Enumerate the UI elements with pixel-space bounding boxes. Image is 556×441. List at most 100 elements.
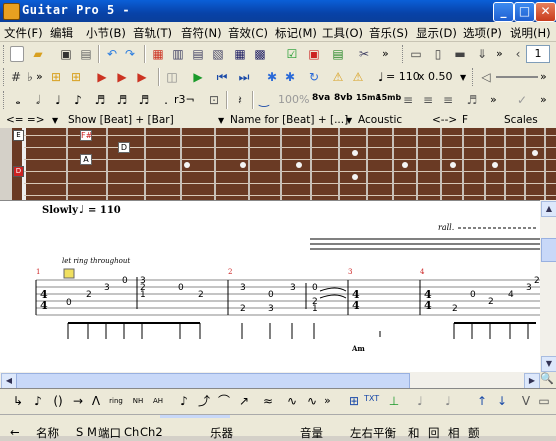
toolbar-more-chevron[interactable]: » bbox=[540, 93, 547, 106]
vertical-scrollbar[interactable]: ▲ ▼ bbox=[540, 200, 556, 372]
menu-track[interactable]: 音轨(T) bbox=[133, 25, 172, 41]
scales-dropdown[interactable]: Scales bbox=[504, 114, 538, 126]
header-chorus[interactable]: 和 bbox=[408, 425, 420, 441]
header-phaser[interactable]: 相 bbox=[448, 425, 460, 441]
accent-icon[interactable]: Λ bbox=[88, 393, 104, 409]
bar-add-icon[interactable]: ▥ bbox=[170, 46, 186, 62]
header-channel2[interactable]: Ch2 bbox=[140, 425, 163, 439]
track-icon[interactable]: ▦ bbox=[232, 46, 248, 62]
let-ring-icon[interactable]: ring bbox=[108, 393, 124, 409]
toolbar-more-chevron[interactable]: » bbox=[496, 47, 503, 60]
scroll-left-icon[interactable]: ◀ bbox=[1, 373, 17, 389]
fretboard-note[interactable]: D bbox=[118, 142, 130, 153]
bar-insert-icon[interactable]: ▤ bbox=[190, 46, 206, 62]
check-mark-icon[interactable]: ✓ bbox=[514, 92, 530, 108]
text-insert-button[interactable]: TXT bbox=[364, 394, 379, 403]
header-balance[interactable]: 左右平衡 bbox=[350, 425, 396, 441]
chord-diagram-icon[interactable]: ♬ bbox=[464, 92, 480, 108]
fretboard[interactable]: E D F# D A bbox=[0, 128, 556, 200]
close-button[interactable]: ✕ bbox=[535, 2, 556, 22]
header-port[interactable]: 端口 bbox=[98, 425, 121, 441]
menu-file[interactable]: 文件(F) bbox=[4, 25, 43, 41]
toolbar-more-chevron[interactable]: » bbox=[382, 47, 389, 60]
key-dropdown[interactable]: F bbox=[462, 114, 468, 126]
quindicesima-down-button[interactable]: 15mb bbox=[376, 93, 401, 102]
header-reverb[interactable]: 回 bbox=[428, 425, 440, 441]
align-center-icon[interactable]: ≡ bbox=[420, 92, 436, 108]
maximize-button[interactable]: □ bbox=[514, 2, 535, 22]
bend-icon[interactable]: ↗ bbox=[236, 393, 252, 409]
half-note-icon[interactable]: 𝅗𝅥 bbox=[30, 92, 46, 108]
show-beat-dropdown[interactable]: Show [Beat] + [Bar] bbox=[68, 114, 174, 126]
lyrics-icon[interactable]: ▤ bbox=[330, 46, 346, 62]
insert-bar-icon[interactable]: ⊞ bbox=[68, 69, 84, 85]
check-icon[interactable]: ☑ bbox=[284, 46, 300, 62]
speed-trainer2-icon[interactable]: ⚠ bbox=[350, 69, 366, 85]
scroll-down-icon[interactable]: ▼ bbox=[541, 356, 556, 372]
marker-icon[interactable]: ▶ bbox=[94, 69, 110, 85]
fretboard-note[interactable]: F# bbox=[80, 130, 92, 141]
menu-options[interactable]: 选项(P) bbox=[463, 25, 502, 41]
slur-icon[interactable]: ‿ bbox=[256, 92, 272, 108]
count-in-icon[interactable]: ✱ bbox=[282, 69, 298, 85]
natural-harmonic-icon[interactable]: NH bbox=[130, 393, 146, 409]
print-icon[interactable]: ▤ bbox=[78, 46, 94, 62]
slide-icon[interactable]: ⤴ bbox=[196, 393, 212, 409]
volume-slider[interactable] bbox=[496, 76, 538, 78]
tie-icon[interactable]: ⊡ bbox=[206, 92, 222, 108]
chord-icon[interactable]: ▣ bbox=[306, 46, 322, 62]
track-menu-icon[interactable]: ▭ bbox=[536, 393, 552, 409]
vibrato-icon[interactable]: ∿ bbox=[304, 393, 320, 409]
header-instrument[interactable]: 乐器 bbox=[210, 425, 233, 441]
menu-help[interactable]: 说明(H) bbox=[510, 25, 551, 41]
toolbar-grip[interactable] bbox=[472, 68, 476, 86]
menu-effects[interactable]: 音效(C) bbox=[228, 25, 268, 41]
toolbar-more-chevron[interactable]: » bbox=[36, 70, 43, 83]
dropdown-arrow-icon[interactable]: ▼ bbox=[52, 116, 58, 125]
align-right-icon[interactable]: ≡ bbox=[440, 92, 456, 108]
go-start-icon[interactable]: ⏮ bbox=[214, 69, 230, 85]
tremolo-icon[interactable]: ≈ bbox=[260, 393, 276, 409]
menu-bar-measure[interactable]: 小节(B) bbox=[86, 25, 126, 41]
undo-icon[interactable]: ↶ bbox=[104, 46, 120, 62]
zoom-corner-icon[interactable]: 🔍 bbox=[540, 372, 556, 388]
header-solo-mute[interactable]: S M bbox=[76, 425, 97, 439]
open-folder-icon[interactable]: ▰ bbox=[30, 46, 46, 62]
metronome-icon[interactable]: ✱ bbox=[264, 69, 280, 85]
toolbar-more-chevron[interactable]: » bbox=[540, 70, 547, 83]
page-number-field[interactable]: 1 bbox=[526, 45, 550, 63]
sixteenth-note-icon[interactable]: ♬ bbox=[92, 92, 108, 108]
redo-icon[interactable]: ↷ bbox=[122, 46, 138, 62]
toolbar-more-chevron[interactable]: » bbox=[324, 394, 331, 407]
toolbar-grip[interactable] bbox=[3, 91, 7, 109]
rest-icon[interactable]: 𝄽 bbox=[232, 92, 248, 108]
align-left-icon[interactable]: ≡ bbox=[400, 92, 416, 108]
header-channel[interactable]: Ch bbox=[124, 425, 139, 439]
dotted-note-icon[interactable]: . bbox=[158, 92, 174, 108]
track-splitter[interactable] bbox=[160, 415, 230, 418]
arrow-right-icon[interactable]: → bbox=[70, 393, 86, 409]
speed-dropdown-arrow[interactable]: ▼ bbox=[460, 73, 466, 82]
toolbar-grip[interactable] bbox=[402, 45, 406, 63]
new-file-icon[interactable] bbox=[10, 46, 24, 62]
grace-note-icon[interactable]: ♪ bbox=[176, 393, 192, 409]
mixer-icon[interactable]: ⊥ bbox=[386, 393, 402, 409]
eighth-note-icon[interactable]: ♪ bbox=[70, 92, 86, 108]
note-icon[interactable]: ♪ bbox=[30, 393, 46, 409]
artificial-harmonic-icon[interactable]: AH bbox=[150, 393, 166, 409]
insert-beat-icon[interactable]: ⊞ bbox=[48, 69, 64, 85]
scroll-up-icon[interactable]: ▲ bbox=[541, 201, 556, 217]
menu-edit[interactable]: 编辑 bbox=[50, 25, 73, 41]
speed-trainer-icon[interactable]: ⚠ bbox=[330, 69, 346, 85]
page-layout-icon[interactable]: ▭ bbox=[408, 46, 424, 62]
header-tremolo[interactable]: 颤 bbox=[468, 425, 480, 441]
sixty-fourth-note-icon[interactable]: ♬ bbox=[136, 92, 152, 108]
loop-icon[interactable]: ◫ bbox=[164, 69, 180, 85]
add-track-icon[interactable]: ↳ bbox=[10, 393, 26, 409]
menu-display[interactable]: 显示(D) bbox=[416, 25, 457, 41]
repeat-icon[interactable]: ↻ bbox=[306, 69, 322, 85]
pedal-icon[interactable]: ♩ bbox=[412, 393, 428, 409]
menu-sound[interactable]: 音乐(S) bbox=[369, 25, 408, 41]
horizontal-scrollbar[interactable]: ◀ ▶ bbox=[0, 372, 540, 389]
volume-icon[interactable]: ◁ bbox=[478, 69, 494, 85]
